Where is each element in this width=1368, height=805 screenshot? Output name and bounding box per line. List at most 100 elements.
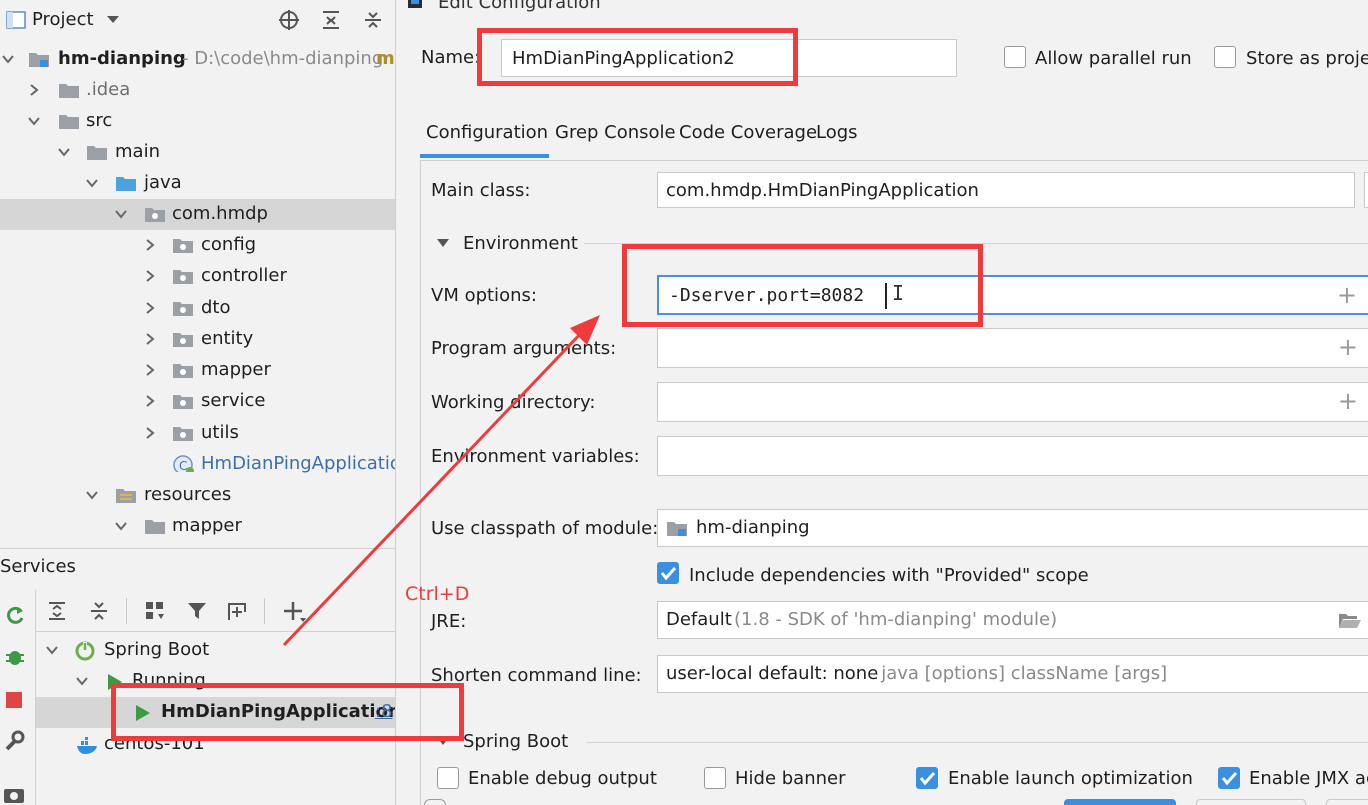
hide-banner-checkbox[interactable] [704,767,726,789]
tree-item-label: com.hmdp [172,203,268,224]
package-icon [173,302,193,316]
folder-open-icon[interactable] [1338,611,1362,631]
chevron-right-icon[interactable] [144,270,156,282]
chevron-right-icon[interactable] [144,364,156,376]
source-folder-icon [116,177,136,191]
tree-item[interactable]: C HmDianPingApplication [0,449,395,480]
chevron-down-icon[interactable] [86,489,98,501]
hide-banner-label[interactable]: Hide banner [735,768,846,789]
chevron-down-icon[interactable] [115,208,127,220]
stop-icon[interactable] [4,690,24,710]
resources-folder-icon [116,489,136,503]
chevron-down-icon[interactable] [106,15,120,25]
tree-item-selected[interactable]: com.hmdp [0,199,395,230]
expand-field-icon[interactable]: + [1337,281,1357,309]
main-class-input[interactable]: com.hmdp.HmDianPingApplication [657,172,1355,208]
group-by-icon[interactable] [144,600,168,622]
include-deps-checkbox[interactable] [657,562,679,584]
tree-item[interactable]: main [0,137,395,168]
include-deps-label[interactable]: Include dependencies with "Provided" sco… [689,565,1089,586]
shorten-select[interactable]: user-local default: none - java [options… [657,655,1368,693]
apply-button[interactable] [1326,799,1368,805]
tree-item[interactable]: controller [0,261,395,292]
main-class-label: Main class: [431,180,531,201]
expand-field-icon[interactable]: + [1338,387,1358,415]
tree-item[interactable]: mapper [0,355,395,386]
chevron-down-icon[interactable] [28,115,40,127]
tree-item[interactable]: src [0,106,395,137]
collapse-section-icon[interactable] [436,237,450,249]
chevron-right-icon[interactable] [28,84,40,96]
chevron-down-icon[interactable] [46,644,58,656]
module-folder-icon [29,53,49,67]
collapse-all-icon[interactable] [320,9,342,31]
chevron-right-icon[interactable] [144,333,156,345]
ok-button[interactable] [1064,799,1176,805]
enable-jmx-checkbox[interactable] [1218,767,1240,789]
tree-item[interactable]: utils [0,418,395,449]
cancel-button[interactable] [1196,799,1306,805]
tab-grep-console[interactable]: Grep Console [555,122,676,143]
help-button[interactable] [424,799,446,805]
jre-value: Default [666,609,732,630]
tree-root-row[interactable]: hm-dianping - D:\code\hm-dianping m [0,44,395,75]
chevron-down-icon[interactable] [2,53,14,65]
store-as-project-label[interactable]: Store as projec [1246,48,1368,69]
tab-logs[interactable]: Logs [816,122,858,143]
tree-item[interactable]: resources [0,480,395,511]
edit-configuration-dialog: Edit Configuration Name: HmDianPingAppli… [395,0,1368,805]
shortcut-annotation: Ctrl+D [405,583,470,605]
enable-debug-label[interactable]: Enable debug output [468,768,657,789]
tab-configuration[interactable]: Configuration [426,122,548,143]
camera-icon[interactable] [3,784,25,804]
expand-field-icon[interactable]: + [1338,333,1358,361]
environment-section-title[interactable]: Environment [463,233,578,254]
program-args-input[interactable]: + [657,328,1368,368]
tree-item-label: mapper [201,359,271,380]
store-as-project-checkbox[interactable] [1214,46,1236,68]
chevron-down-icon[interactable] [58,146,70,158]
tree-item[interactable]: dto [0,293,395,324]
filter-icon[interactable] [186,600,210,622]
chevron-right-icon[interactable] [144,427,156,439]
chevron-down-icon[interactable] [86,177,98,189]
tree-item[interactable]: config [0,230,395,261]
working-dir-label: Working directory: [431,392,596,413]
chevron-right-icon[interactable] [144,395,156,407]
enable-jmx-label[interactable]: Enable JMX ag [1249,768,1368,789]
chevron-right-icon[interactable] [144,239,156,251]
working-dir-input[interactable]: + [657,382,1368,422]
wrench-icon[interactable] [3,730,25,752]
new-service-icon[interactable] [226,600,250,622]
project-title[interactable]: Project [32,9,94,30]
rerun-icon[interactable] [4,604,26,626]
chevron-right-icon[interactable] [144,302,156,314]
collapse-all-icon[interactable] [88,600,110,622]
tree-item[interactable]: java [0,168,395,199]
tree-item[interactable]: service [0,386,395,417]
spring-boot-section-title[interactable]: Spring Boot [463,731,568,752]
classpath-select[interactable]: hm-dianping [657,509,1368,547]
locate-icon[interactable] [278,9,300,31]
tree-item[interactable]: mapper [0,511,395,542]
debug-icon[interactable] [4,645,26,667]
chevron-down-icon[interactable] [76,675,88,687]
expand-all-icon[interactable] [362,9,384,31]
enable-launch-label[interactable]: Enable launch optimization [948,768,1193,789]
allow-parallel-checkbox[interactable] [1004,46,1026,68]
services-item-spring-boot[interactable]: Spring Boot [36,635,395,666]
tree-item[interactable]: entity [0,324,395,355]
chevron-down-icon[interactable] [115,520,127,532]
expand-all-icon[interactable] [46,600,68,622]
main-class-browse-button[interactable] [1364,172,1368,208]
tab-code-coverage[interactable]: Code Coverage [679,122,817,143]
env-vars-input[interactable] [657,436,1368,476]
folder-icon [59,115,79,129]
allow-parallel-label[interactable]: Allow parallel run [1035,48,1192,69]
enable-debug-checkbox[interactable] [437,767,459,789]
package-icon [173,427,193,441]
jre-select[interactable]: Default (1.8 - SDK of 'hm-dianping' modu… [657,601,1368,639]
add-icon[interactable] [282,600,308,624]
tree-item[interactable]: .idea [0,75,395,106]
enable-launch-checkbox[interactable] [916,767,938,789]
